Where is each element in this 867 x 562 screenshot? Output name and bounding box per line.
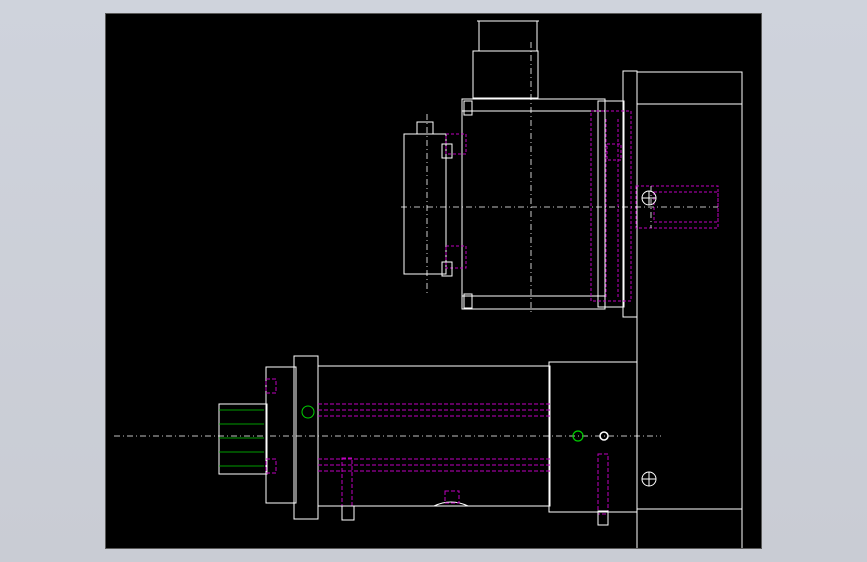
spindle-end-cap [265,366,297,504]
motor-flange [597,100,625,308]
mounting-plate-edge [622,70,638,318]
motor-top-cap [472,50,539,99]
collet-pins [219,409,264,467]
side-sensor-box [403,133,447,275]
main-mounting-plate [636,71,743,548]
upper-hidden-details [445,110,719,302]
lower-spindle-assembly [218,355,638,520]
motor-top-connector [478,20,538,52]
spindle-housing [548,361,638,513]
upper-motor-body [461,98,606,310]
upper-motor-assembly [403,20,743,548]
drawing-canvas[interactable] [105,13,762,549]
spindle-hidden-bore [265,378,609,515]
cad-window [0,0,867,562]
bolts [341,100,609,526]
spindle-flange [293,355,319,520]
fastener-circles [301,190,657,487]
assembly-drawing [114,20,743,548]
front-collet [218,403,268,475]
centerlines [114,42,718,437]
